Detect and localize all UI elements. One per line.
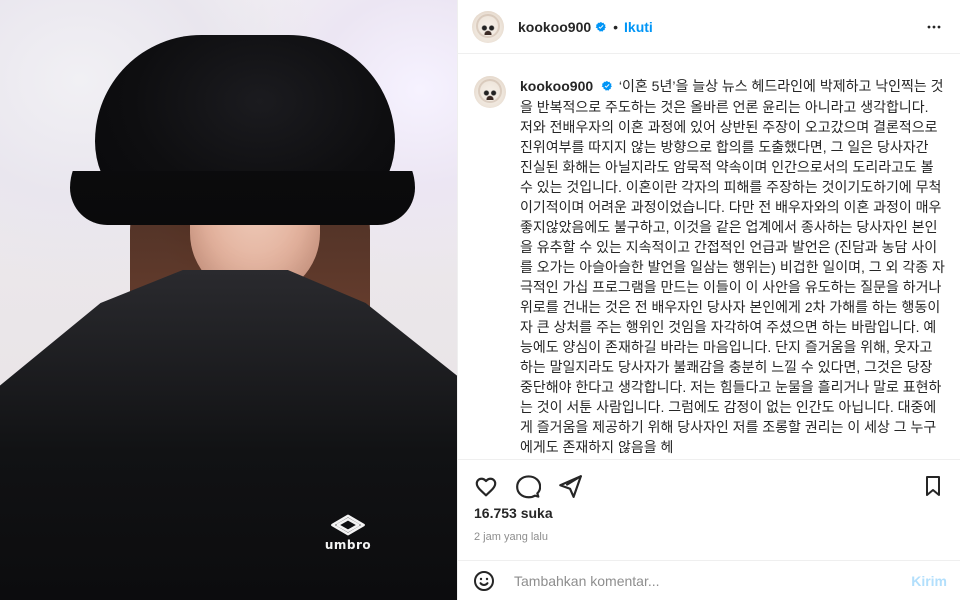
caption-username[interactable]: kookoo900	[520, 78, 593, 94]
comment-composer: Kirim	[458, 560, 960, 600]
brand-text: umbro	[324, 538, 372, 552]
caption-body: ‘이혼 5년’을 늘상 뉴스 헤드라인에 박제하고 낙인찍는 것을 반복적으로 …	[520, 78, 945, 455]
instagram-post-view: umbro kookoo900 • Ikuti kookoo900 ‘이혼 5년…	[0, 0, 960, 600]
verified-icon	[595, 21, 607, 33]
comment-icon[interactable]	[514, 472, 542, 500]
caption-text: kookoo900 ‘이혼 5년’을 늘상 뉴스 헤드라인에 박제하고 낙인찍는…	[520, 76, 945, 457]
paper-plane-icon[interactable]	[556, 472, 584, 500]
heart-icon[interactable]	[472, 472, 500, 500]
post-header: kookoo900 • Ikuti	[458, 0, 960, 54]
likes-count[interactable]: 16.753 suka	[474, 505, 944, 521]
post-side-panel: kookoo900 • Ikuti kookoo900 ‘이혼 5년’을 늘상 …	[457, 0, 960, 600]
send-button[interactable]: Kirim	[911, 573, 947, 589]
post-photo[interactable]: umbro	[0, 0, 457, 600]
caption-area: kookoo900 ‘이혼 5년’을 늘상 뉴스 헤드라인에 박제하고 낙인찍는…	[458, 54, 960, 459]
caption-row: kookoo900 ‘이혼 5년’을 늘상 뉴스 헤드라인에 박제하고 낙인찍는…	[474, 76, 945, 457]
post-meta: 16.753 suka 2 jam yang lalu	[474, 505, 944, 543]
brand-logo: umbro	[322, 510, 374, 554]
umbro-diamond-icon	[331, 514, 365, 536]
post-actions	[458, 459, 960, 511]
follow-button[interactable]: Ikuti	[624, 19, 653, 35]
dot-separator: •	[613, 18, 619, 35]
username[interactable]: kookoo900	[518, 19, 591, 35]
verified-icon	[601, 77, 613, 97]
avatar[interactable]	[472, 10, 504, 43]
caption-avatar[interactable]	[474, 76, 506, 108]
comment-input[interactable]	[514, 572, 912, 589]
header-user: kookoo900 • Ikuti	[504, 19, 653, 35]
more-icon[interactable]	[922, 15, 946, 39]
post-time[interactable]: 2 jam yang lalu	[474, 531, 944, 543]
bookmark-icon[interactable]	[919, 472, 947, 500]
smiley-icon[interactable]	[472, 569, 496, 593]
photo-jacket	[0, 270, 457, 600]
